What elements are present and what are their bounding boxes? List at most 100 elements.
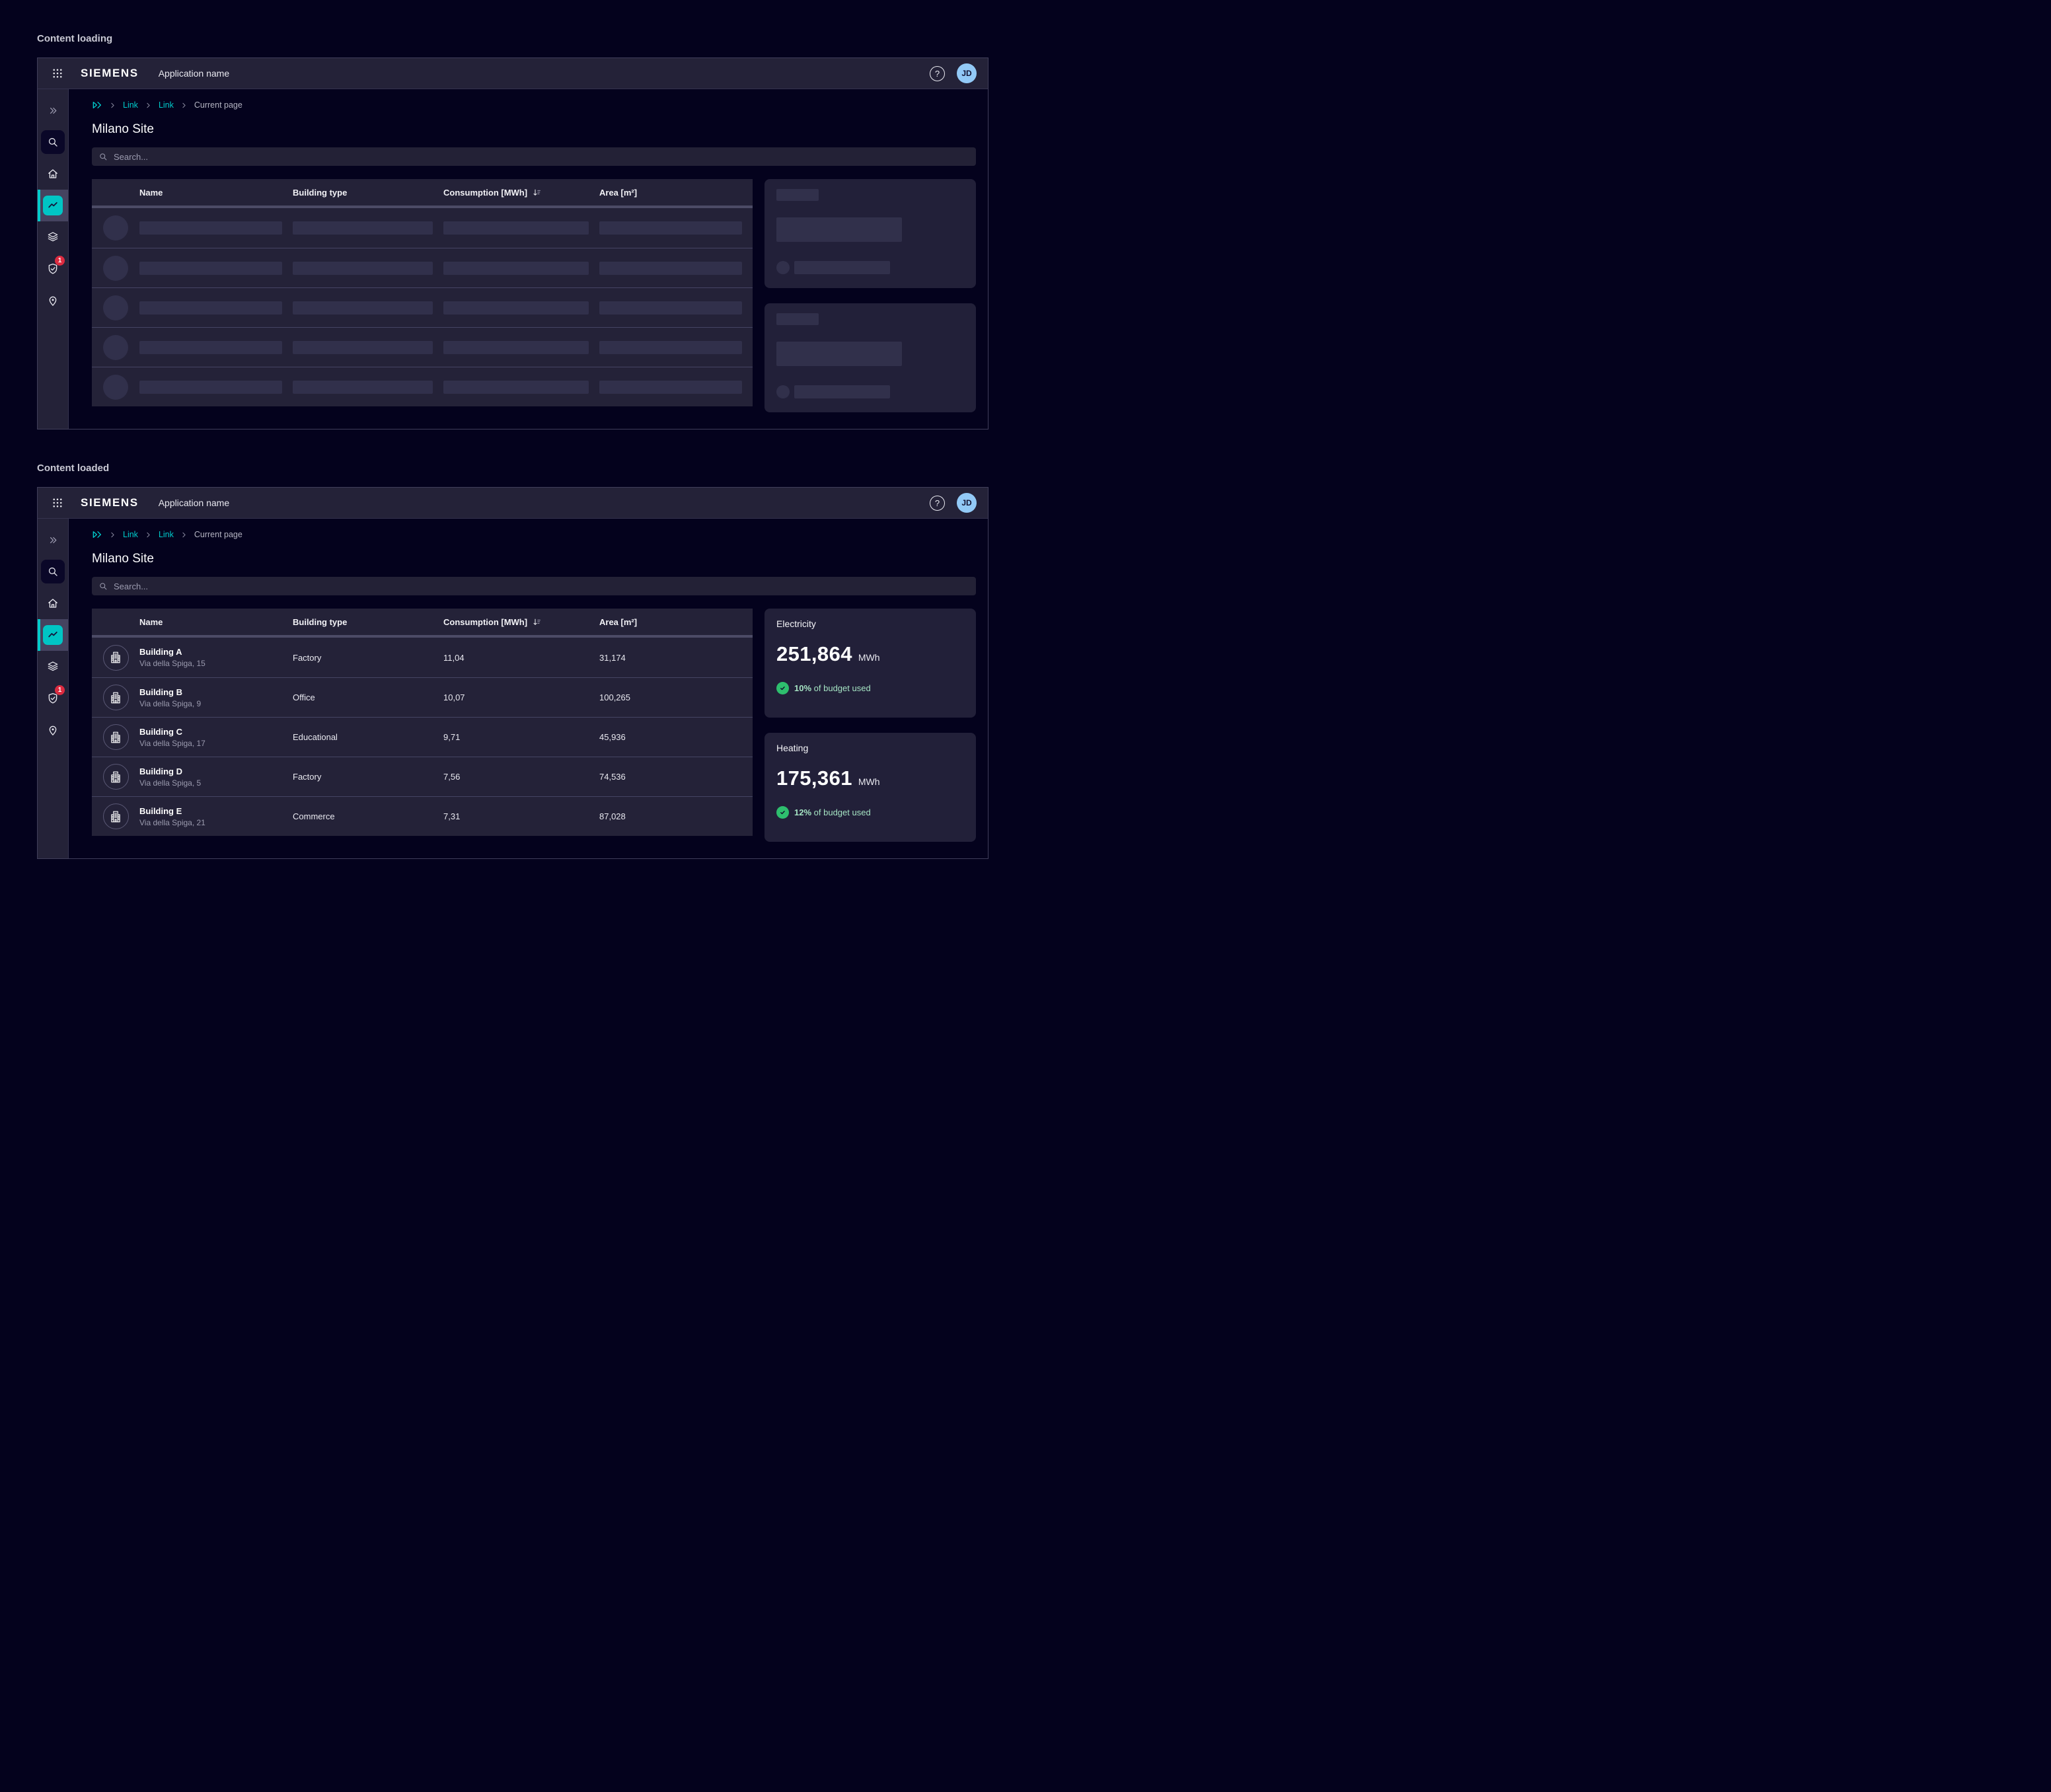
help-button[interactable]: ? [930, 66, 945, 81]
kpi-card-skeleton [764, 179, 976, 288]
breadcrumb-root-icon[interactable] [92, 529, 102, 540]
table-header-row: Name Building type Consumption [MWh] Are… [92, 179, 753, 205]
breadcrumb: Link Link Current page [92, 529, 976, 540]
search-input[interactable] [114, 152, 969, 162]
sort-descending-icon [532, 188, 542, 198]
layers-icon [46, 231, 59, 244]
area-value: 31,174 [599, 653, 753, 663]
breadcrumb-root-icon[interactable] [92, 100, 102, 110]
skeleton-bar [794, 385, 890, 398]
sidebar-item-search[interactable] [38, 556, 68, 587]
table-row[interactable]: Building C Via della Spiga, 17 Educationa… [92, 717, 753, 757]
building-icon [103, 685, 129, 710]
search-input[interactable] [114, 581, 969, 591]
sidebar-expand-button[interactable] [38, 94, 68, 126]
breadcrumb-link-1[interactable]: Link [123, 530, 138, 539]
table-row[interactable]: Building EVia della Spiga, 21 Commerce 7… [92, 796, 753, 836]
building-address: Via della Spiga, 5 [139, 778, 293, 788]
expand-icon [48, 535, 59, 546]
column-header-type[interactable]: Building type [293, 188, 443, 198]
budget-status: 12% of budget used [776, 806, 964, 819]
check-circle-icon [776, 682, 789, 694]
page-content: Link Link Current page Milano Site Name … [69, 89, 988, 429]
skeleton-bar [599, 341, 742, 354]
column-header-consumption[interactable]: Consumption [MWh] [443, 617, 599, 627]
siemens-logo: SIEMENS [81, 496, 139, 509]
skeleton-bar [443, 381, 589, 394]
sidebar-item-home[interactable] [38, 587, 68, 619]
skeleton-bar [443, 262, 589, 275]
area-value: 45,936 [599, 732, 753, 742]
skeleton-bar [776, 217, 902, 242]
page-title: Milano Site [92, 552, 976, 566]
breadcrumb-link-2[interactable]: Link [159, 530, 174, 539]
sidebar-item-analytics[interactable] [38, 190, 68, 221]
buildings-table: Name Building type Consumption [MWh] Are… [92, 609, 753, 836]
help-button[interactable]: ? [930, 496, 945, 511]
sort-descending-icon [532, 617, 542, 627]
budget-status: 10% of budget used [776, 682, 964, 694]
sidebar-item-analytics[interactable] [38, 619, 68, 651]
column-header-name[interactable]: Name [139, 617, 293, 627]
building-icon [103, 764, 129, 790]
sidebar-expand-button[interactable] [38, 524, 68, 556]
building-type: Commerce [293, 811, 443, 821]
table-header-row: Name Building type Consumption [MWh] Are… [92, 609, 753, 635]
column-header-consumption[interactable]: Consumption [MWh] [443, 188, 599, 198]
skeleton-bar [776, 313, 819, 325]
sidebar-item-security[interactable]: 1 [38, 683, 68, 714]
expand-icon [48, 105, 59, 116]
budget-text: of budget used [814, 807, 871, 817]
sidebar-item-locations[interactable] [38, 285, 68, 317]
search-bar [92, 147, 976, 166]
sidebar-item-locations[interactable] [38, 714, 68, 746]
sidebar-item-home[interactable] [38, 158, 68, 190]
kpi-card-electricity: Electricity 251,864 MWh 10% of budget us… [764, 609, 976, 718]
avatar[interactable]: JD [957, 63, 977, 83]
skeleton-bar [293, 221, 433, 235]
skeleton-row [92, 287, 753, 327]
breadcrumb-link-2[interactable]: Link [159, 100, 174, 110]
column-header-area[interactable]: Area [m²] [599, 617, 753, 627]
application-name: Application name [159, 498, 229, 508]
breadcrumb-link-1[interactable]: Link [123, 100, 138, 110]
table-row[interactable]: Building BVia della Spiga, 9 Office 10,0… [92, 677, 753, 717]
area-value: 87,028 [599, 811, 753, 821]
sidebar-item-layers[interactable] [38, 221, 68, 253]
column-header-name[interactable]: Name [139, 188, 293, 198]
notification-badge: 1 [55, 685, 65, 695]
column-header-type[interactable]: Building type [293, 617, 443, 627]
app-switcher-button[interactable] [49, 65, 66, 82]
skeleton-bar [776, 342, 902, 366]
chevron-right-icon [108, 531, 117, 539]
table-row[interactable]: Building AVia della Spiga, 15 Factory 11… [92, 638, 753, 677]
sidebar-item-security[interactable]: 1 [38, 253, 68, 285]
building-name: Building C [139, 727, 293, 737]
sidebar-item-search[interactable] [38, 126, 68, 158]
location-pin-icon [46, 294, 59, 307]
column-header-area[interactable]: Area [m²] [599, 188, 753, 198]
avatar[interactable]: JD [957, 493, 977, 513]
grid-icon [52, 497, 63, 509]
sidebar: 1 [38, 89, 69, 429]
building-address: Via della Spiga, 9 [139, 699, 293, 708]
application-name: Application name [159, 68, 229, 79]
state-label-loading: Content loading [37, 33, 1026, 44]
skeleton-bar [443, 301, 589, 315]
chevron-right-icon [144, 101, 153, 110]
page-content: Link Link Current page Milano Site Name … [69, 519, 988, 858]
kpi-value: 175,361 [776, 766, 852, 790]
sidebar-item-layers[interactable] [38, 651, 68, 683]
skeleton-row [92, 367, 753, 406]
app-header: SIEMENS Application name ? JD [38, 488, 988, 519]
app-header: SIEMENS Application name ? JD [38, 58, 988, 89]
help-icon: ? [935, 498, 940, 508]
table-row[interactable]: Building DVia della Spiga, 5 Factory 7,5… [92, 757, 753, 796]
building-address: Via della Spiga, 17 [139, 739, 293, 748]
sidebar: 1 [38, 519, 69, 858]
skeleton-bar [443, 221, 589, 235]
skeleton-bar [139, 341, 282, 354]
building-type: Educational [293, 732, 443, 742]
building-icon [103, 645, 129, 671]
app-switcher-button[interactable] [49, 494, 66, 511]
